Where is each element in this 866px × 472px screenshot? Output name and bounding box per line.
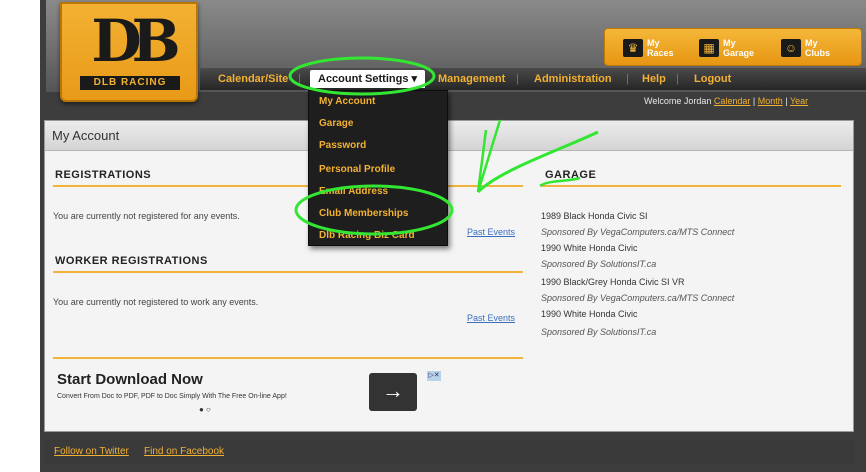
quick-tabs: ♛ My Races ▦ My Garage ☺ My Clubs <box>604 28 862 66</box>
logo-mark: DB <box>91 7 180 75</box>
nav-separator: | <box>676 73 679 85</box>
account-settings-dropdown: My Account Garage Password Personal Prof… <box>308 90 448 246</box>
nav-help[interactable]: Help <box>642 70 666 88</box>
garage-car[interactable]: 1990 Black/Grey Honda Civic SI VR <box>541 277 685 287</box>
ad-arrow-button[interactable]: → <box>369 373 417 411</box>
worker-registrations-heading: WORKER REGISTRATIONS <box>55 255 208 267</box>
tab-my-races[interactable]: ♛ My Races <box>623 33 681 63</box>
tab-my-clubs[interactable]: ☺ My Clubs <box>781 33 839 63</box>
tab-label: My Clubs <box>805 38 831 58</box>
dropdown-item-personal-profile[interactable]: Personal Profile <box>319 163 395 177</box>
worker-registrations-text: You are currently not registered to work… <box>53 297 259 307</box>
dropdown-item-my-account[interactable]: My Account <box>319 95 375 109</box>
nav-management[interactable]: Management <box>438 70 505 88</box>
registrations-text: You are currently not registered for any… <box>53 211 240 221</box>
nav-separator: | <box>516 73 519 85</box>
tab-label: My Garage <box>723 38 755 58</box>
garage-car[interactable]: 1990 White Honda Civic <box>541 309 638 319</box>
tab-my-garage[interactable]: ▦ My Garage <box>699 33 757 63</box>
dropdown-item-club-memberships[interactable]: Club Memberships <box>319 207 408 221</box>
page-title: My Account <box>45 121 853 151</box>
past-events-link[interactable]: Past Events <box>467 313 515 323</box>
nav-separator: | <box>298 73 301 85</box>
ad-rule <box>53 357 523 359</box>
garage-heading: GARAGE <box>545 169 597 181</box>
welcome-bar: Welcome Jordan Calendar | Month | Year <box>644 96 809 106</box>
nav-separator: | <box>626 73 629 85</box>
dropdown-item-email-address[interactable]: Email Address <box>319 185 388 199</box>
twitter-link[interactable]: Follow on Twitter <box>54 446 129 457</box>
facebook-link[interactable]: Find on Facebook <box>144 446 224 457</box>
ad-title[interactable]: Start Download Now <box>57 371 203 388</box>
past-events-link[interactable]: Past Events <box>467 227 515 237</box>
garage-sponsor: Sponsored By VegaComputers.ca/MTS Connec… <box>541 227 735 237</box>
ad-subtitle: Convert From Doc to PDF, PDF to Doc Simp… <box>57 393 287 400</box>
trophy-icon: ♛ <box>623 39 643 57</box>
logo-text: DLB RACING <box>80 76 180 90</box>
ad-dots: ● ○ <box>199 405 211 414</box>
welcome-calendar-link[interactable]: Calendar <box>714 96 751 106</box>
clubs-icon: ☺ <box>781 39 801 57</box>
nav-administration[interactable]: Administration <box>534 70 612 88</box>
garage-car[interactable]: 1989 Black Honda Civic SI <box>541 211 648 221</box>
account-panel: My Account REGISTRATIONS You are current… <box>44 120 854 432</box>
dropdown-item-garage[interactable]: Garage <box>319 117 353 131</box>
ad-choices-icon[interactable]: ▷✕ <box>427 371 441 381</box>
nav-logout[interactable]: Logout <box>694 70 731 88</box>
welcome-text: Welcome Jordan <box>644 96 712 106</box>
garage-sponsor: Sponsored By SolutionsIT.ca <box>541 259 657 269</box>
worker-registrations-rule <box>53 271 523 273</box>
tab-label: My Races <box>647 38 674 58</box>
dropdown-item-password[interactable]: Password <box>319 139 366 153</box>
registrations-rule <box>53 185 523 187</box>
welcome-year-link[interactable]: Year <box>790 96 808 106</box>
nav-calendar[interactable]: Calendar/Site <box>218 70 288 88</box>
dropdown-item-biz-card[interactable]: Dlb Racing Biz Card <box>319 229 415 243</box>
garage-car[interactable]: 1990 White Honda Civic <box>541 243 638 253</box>
welcome-month-link[interactable]: Month <box>758 96 783 106</box>
site-logo[interactable]: DB DLB RACING <box>60 2 198 102</box>
garage-sponsor: Sponsored By VegaComputers.ca/MTS Connec… <box>541 293 735 303</box>
registrations-heading: REGISTRATIONS <box>55 169 152 181</box>
garage-rule <box>541 185 841 187</box>
arrow-right-icon: → <box>382 378 404 403</box>
garage-sponsor: Sponsored By SolutionsIT.ca <box>541 327 657 337</box>
nav-account-settings[interactable]: Account Settings ▾ <box>310 70 426 88</box>
garage-icon: ▦ <box>699 39 719 57</box>
